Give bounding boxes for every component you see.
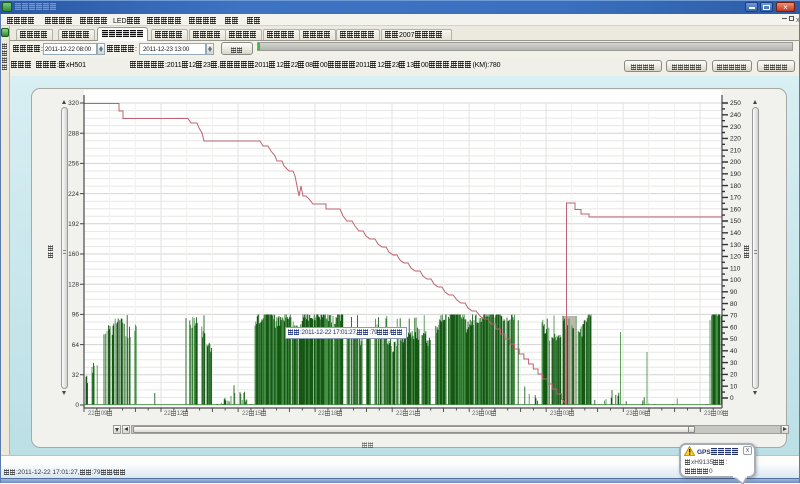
svg-text:192: 192 (68, 221, 79, 228)
svg-text:30: 30 (730, 360, 738, 367)
svg-text:250: 250 (730, 100, 741, 107)
svg-text:50: 50 (730, 336, 738, 343)
svg-text:160: 160 (730, 206, 741, 213)
svg-text:150: 150 (730, 218, 741, 225)
svg-text:140: 140 (730, 230, 741, 237)
svg-text:40: 40 (730, 348, 738, 355)
svg-text:160: 160 (68, 251, 79, 258)
svg-text:100: 100 (730, 277, 741, 284)
svg-text:240: 240 (730, 112, 741, 119)
svg-text:256: 256 (68, 161, 79, 168)
svg-text:190: 190 (730, 171, 741, 178)
svg-text:80: 80 (730, 301, 738, 308)
svg-text:320: 320 (68, 100, 79, 107)
svg-text:64: 64 (72, 342, 80, 349)
svg-text:210: 210 (730, 147, 741, 154)
svg-text:90: 90 (730, 289, 738, 296)
svg-text:20: 20 (730, 372, 738, 379)
svg-text:32: 32 (72, 372, 80, 379)
svg-text:10: 10 (730, 383, 738, 390)
svg-text:180: 180 (730, 183, 741, 190)
svg-text:0: 0 (730, 395, 734, 402)
svg-text:130: 130 (730, 242, 741, 249)
svg-text:70: 70 (730, 313, 738, 320)
svg-text:224: 224 (68, 191, 79, 198)
svg-text:200: 200 (730, 159, 741, 166)
svg-text:128: 128 (68, 281, 79, 288)
svg-text:110: 110 (730, 265, 741, 272)
svg-text:230: 230 (730, 124, 741, 131)
svg-text:60: 60 (730, 324, 738, 331)
svg-text:96: 96 (72, 312, 80, 319)
svg-text:288: 288 (68, 130, 79, 137)
svg-text:170: 170 (730, 195, 741, 202)
svg-text:220: 220 (730, 136, 741, 143)
svg-text:120: 120 (730, 254, 741, 261)
svg-text:0: 0 (75, 402, 79, 409)
